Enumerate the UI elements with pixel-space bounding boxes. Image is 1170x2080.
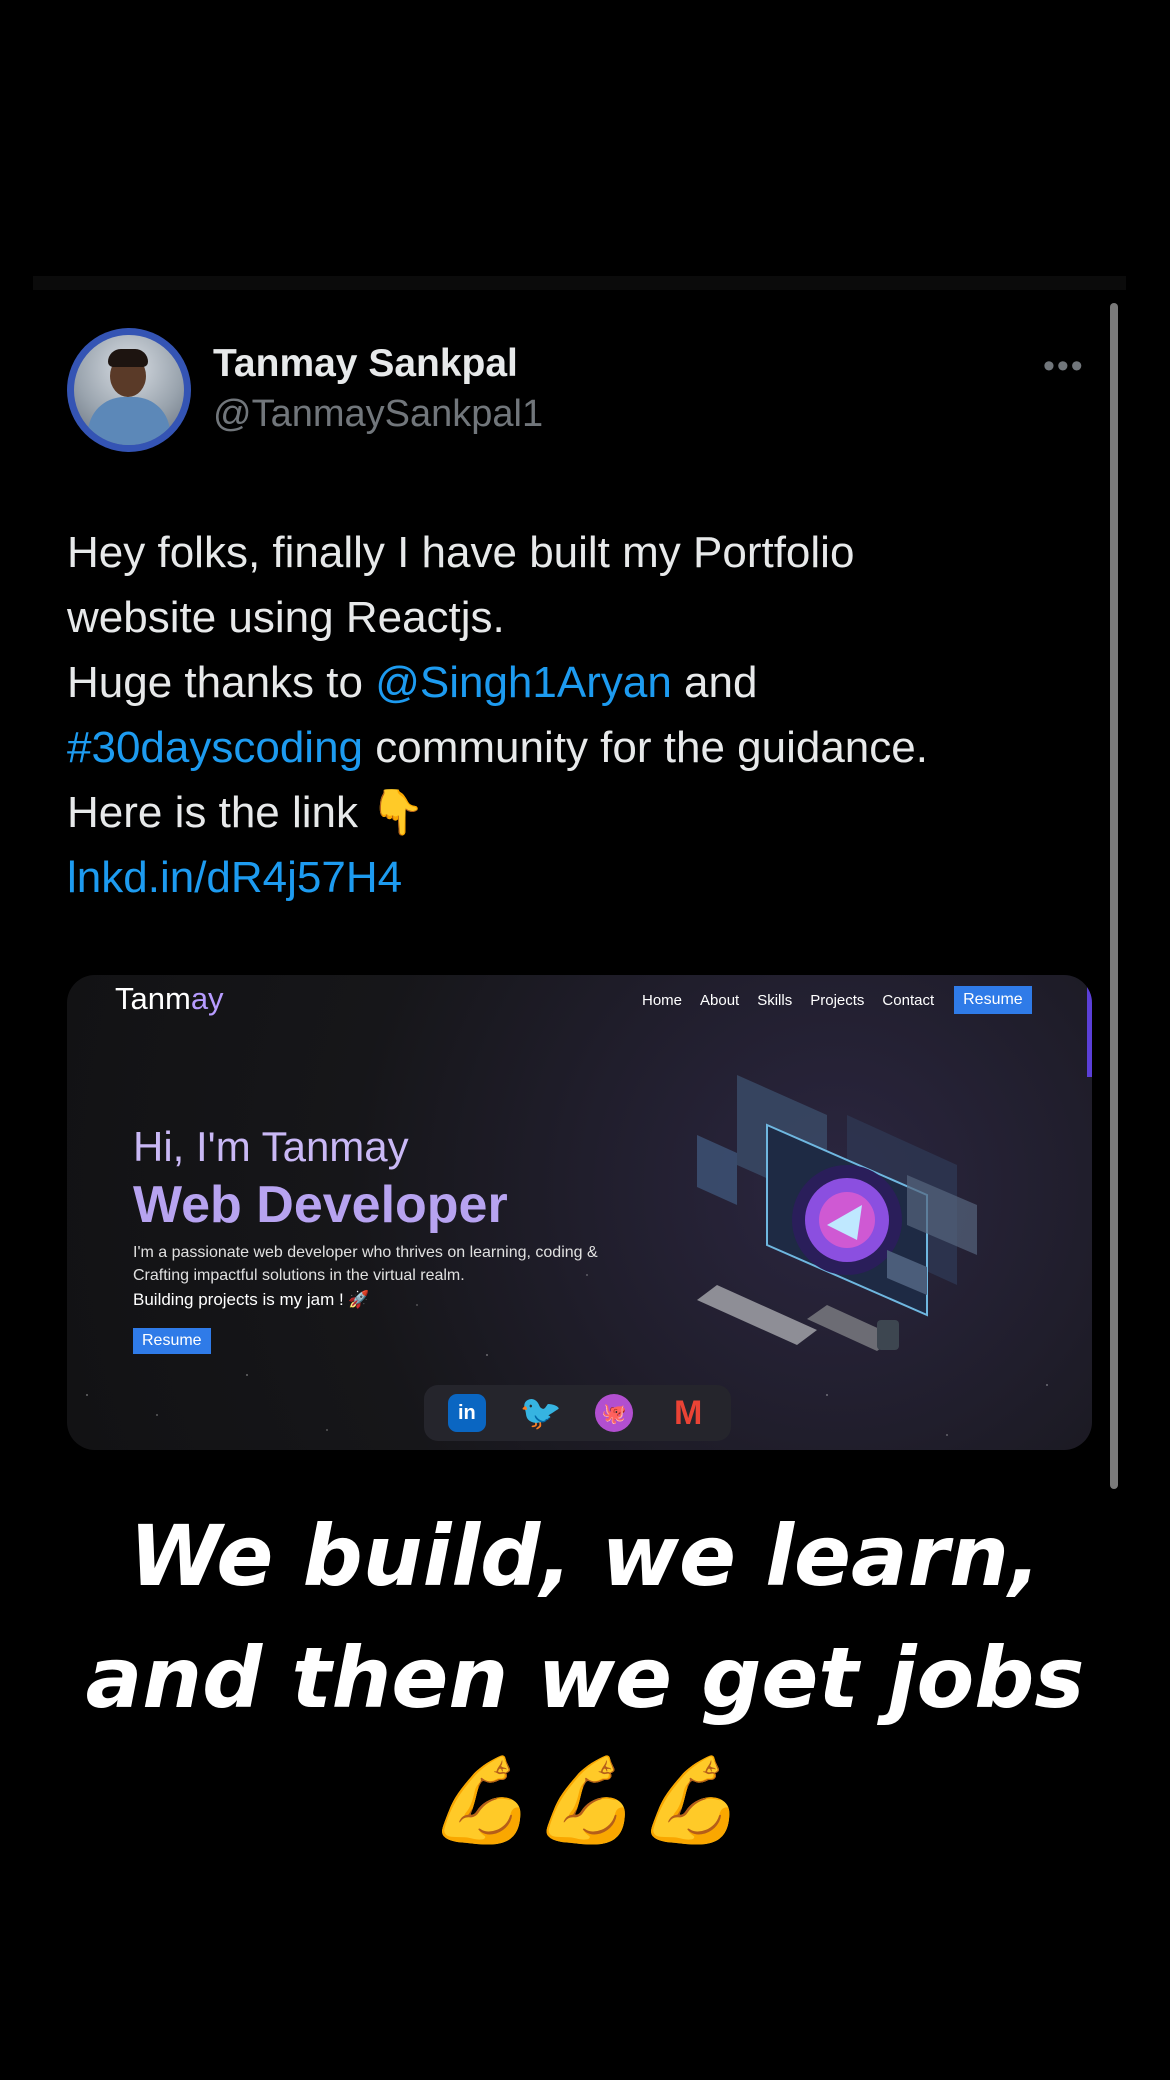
author-handle[interactable]: @TanmaySankpal1: [213, 393, 543, 436]
isometric-computer-illustration: [697, 1075, 977, 1351]
tweet-text-segment: Huge thanks to: [67, 658, 376, 707]
scroll-accent: [1087, 987, 1092, 1077]
hero-resume-button: Resume: [133, 1328, 211, 1354]
scrollbar[interactable]: [1110, 303, 1118, 1489]
tweet-text-line: Huge thanks to @Singh1Aryan and: [67, 650, 1107, 715]
media-preview-image[interactable]: Tanmay Home About Skills Projects Contac…: [67, 975, 1092, 1450]
top-divider-strip: [33, 276, 1126, 290]
more-icon[interactable]: •••: [1043, 349, 1085, 383]
tweet-url-link[interactable]: lnkd.in/dR4j57H4: [67, 845, 1107, 910]
tweet-text-line: #30dayscoding community for the guidance…: [67, 715, 1107, 780]
caption-line-2: and then we get jobs: [85, 1629, 1085, 1727]
site-nav: Home About Skills Projects Contact Resum…: [642, 986, 1032, 1014]
nav-resume-button: Resume: [954, 986, 1032, 1014]
hero-tagline: Building projects is my jam ! 🚀: [133, 1290, 370, 1309]
tweet-text-segment: community for the guidance.: [363, 723, 928, 772]
tweet-text: Hey folks, finally I have built my Portf…: [67, 520, 1107, 910]
site-logo-suffix: ay: [190, 981, 224, 1016]
social-links-bar: in 🐦 🐙 M: [424, 1385, 731, 1441]
avatar[interactable]: [67, 328, 191, 452]
nav-skills: Skills: [757, 991, 793, 1009]
hashtag-link[interactable]: #30dayscoding: [67, 723, 363, 772]
gmail-icon: M: [673, 1393, 703, 1432]
hero-greeting: Hi, I'm Tanmay: [133, 1123, 409, 1170]
caption-flex-emojis: 💪💪💪: [428, 1751, 742, 1849]
story-caption: We build, we learn, and then we get jobs…: [0, 1495, 1170, 1861]
author-name[interactable]: Tanmay Sankpal: [213, 342, 518, 386]
hero-title: Web Developer: [133, 1176, 508, 1234]
tweet-text-segment: and: [671, 658, 758, 707]
nav-projects: Projects: [810, 991, 865, 1009]
avatar-photo: [74, 335, 184, 445]
linkedin-icon: in: [447, 1394, 486, 1432]
twitter-icon: 🐦: [519, 1394, 562, 1432]
hero-description: I'm a passionate web developer who thriv…: [133, 1244, 598, 1284]
caption-line-1: We build, we learn,: [129, 1507, 1041, 1605]
site-logo-prefix: Tanm: [115, 981, 191, 1016]
tweet-text-segment: Here is the link: [67, 788, 371, 837]
tweet-text-line: website using Reactjs.: [67, 593, 505, 642]
tweet-text-line: Hey folks, finally I have built my Portf…: [67, 528, 855, 577]
site-logo: Tanmay: [115, 981, 224, 1017]
mention-link[interactable]: @Singh1Aryan: [375, 658, 672, 707]
tweet-card: Tanmay Sankpal @TanmaySankpal1 ••• Hey f…: [33, 300, 1126, 1490]
pointing-down-emoji: 👇: [370, 788, 426, 837]
nav-contact: Contact: [882, 991, 935, 1009]
nav-home: Home: [642, 991, 683, 1009]
github-icon: 🐙: [595, 1394, 634, 1432]
tweet-text-line: Here is the link 👇: [67, 780, 1107, 845]
nav-about: About: [700, 991, 740, 1009]
